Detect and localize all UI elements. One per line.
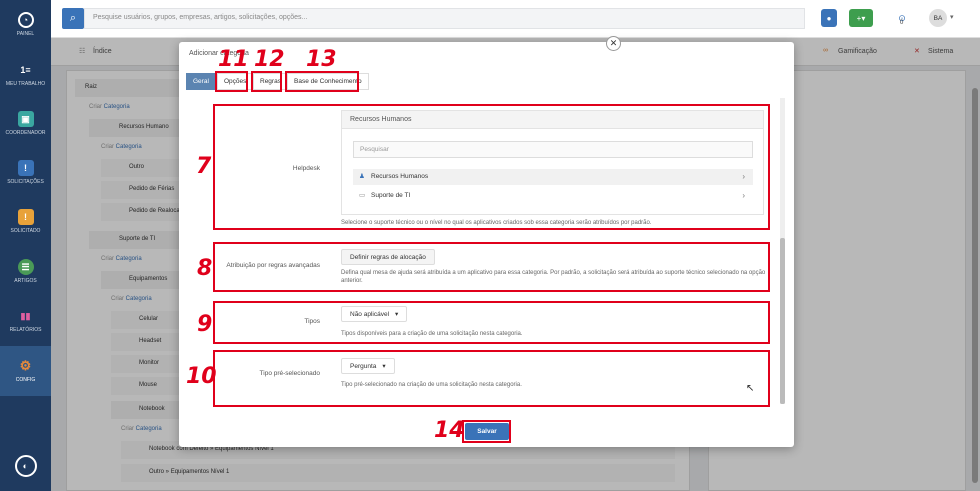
chevron-down-icon[interactable]: ▾ — [950, 13, 954, 21]
annotation-box-7 — [213, 104, 770, 230]
list-numbered-icon: 1≡ — [20, 65, 31, 75]
annotation-box-9 — [213, 301, 770, 344]
sidebar-label: ARTIGOS — [14, 278, 37, 284]
sidebar-label: PAINEL — [16, 31, 35, 37]
annotation-number-10: 10 — [186, 364, 217, 389]
annotation-box-12 — [251, 71, 282, 92]
annotation-number-7: 7 — [196, 154, 212, 179]
annotation-number-8: 8 — [197, 256, 213, 281]
annotation-box-14 — [462, 420, 511, 443]
config-icon: ⚙ — [19, 358, 32, 373]
tab-general[interactable]: Geral — [186, 73, 216, 90]
topbar: ⌕ Pesquise usuários, grupos, empresas, a… — [51, 0, 980, 38]
modal-scroll-thumb[interactable] — [780, 238, 785, 404]
avatar[interactable]: BA — [929, 9, 947, 27]
annotation-number-12: 12 — [254, 47, 285, 72]
requested-icon: ! — [17, 209, 34, 225]
sidebar-item-panel[interactable]: ◔ PAINEL — [0, 12, 51, 37]
annotation-box-11 — [215, 71, 248, 92]
annotation-number-9: 9 — [197, 312, 213, 337]
sidebar-item-my-work[interactable]: 1≡ MEU TRABALHO — [0, 62, 51, 87]
search-input[interactable]: Pesquise usuários, grupos, empresas, art… — [84, 8, 805, 29]
close-icon[interactable]: ✕ — [606, 36, 621, 51]
sidebar-item-articles[interactable]: ☰ ARTIGOS — [0, 259, 51, 284]
annotation-number-11: 11 — [218, 47, 249, 72]
sidebar-label: RELATÓRIOS — [9, 327, 42, 333]
add-button[interactable]: +▾ — [849, 9, 873, 27]
sidebar-item-requests[interactable]: ! SOLICITAÇÕES — [0, 160, 51, 185]
sidebar-item-requested[interactable]: ! SOLICITADO — [0, 209, 51, 234]
articles-icon: ☰ — [17, 259, 34, 275]
annotation-number-13: 13 — [306, 47, 337, 72]
sidebar-label: MEU TRABALHO — [5, 81, 46, 87]
annotation-box-8 — [213, 242, 770, 292]
sidebar-item-reports[interactable]: ▮▮ RELATÓRIOS — [0, 308, 51, 334]
coin-count: 0 — [900, 20, 904, 26]
logo-icon: ◐ — [14, 455, 37, 477]
search-icon[interactable]: ⌕ — [62, 8, 84, 29]
coordinator-icon: ▣ — [17, 111, 34, 127]
sidebar-item-config[interactable]: ⚙ CONFIG — [0, 346, 51, 396]
sidebar-item-coordinator[interactable]: ▣ COORDENADOR — [0, 111, 51, 136]
sidebar: ◔ PAINEL 1≡ MEU TRABALHO ▣ COORDENADOR !… — [0, 0, 51, 491]
annotation-number-14: 14 — [434, 418, 465, 443]
modal-scrollbar[interactable] — [780, 98, 785, 404]
sidebar-label: SOLICITADO — [10, 228, 41, 234]
sidebar-label: COORDENADOR — [5, 130, 46, 136]
requests-icon: ! — [17, 160, 34, 176]
annotation-box-10 — [213, 350, 770, 407]
logo: ◐ — [0, 455, 51, 480]
sidebar-label: SOLICITAÇÕES — [7, 179, 44, 185]
notification-icon[interactable]: ● — [821, 9, 837, 27]
dashboard-icon: ◔ — [17, 12, 34, 28]
sidebar-label: CONFIG — [15, 377, 36, 383]
reports-icon: ▮▮ — [20, 310, 31, 321]
annotation-box-13 — [285, 71, 359, 92]
